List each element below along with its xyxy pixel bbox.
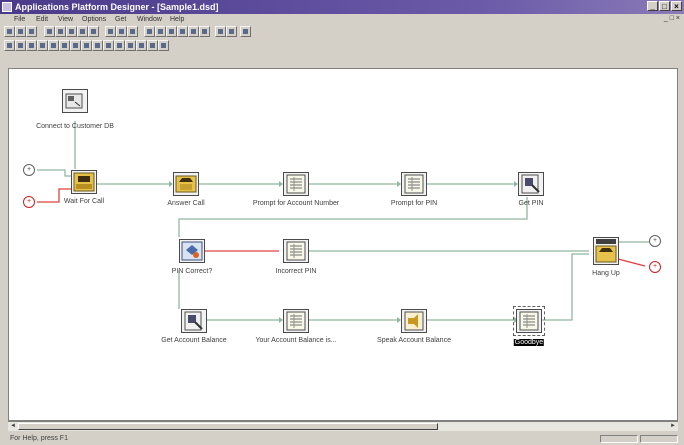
grid-icon[interactable] [127, 26, 138, 37]
cut-icon[interactable] [44, 26, 55, 37]
phone-hangup-icon[interactable] [593, 237, 619, 265]
transfer-tool-icon[interactable] [103, 40, 114, 51]
comment-tool-icon[interactable] [158, 40, 169, 51]
phone-wait-icon[interactable] [71, 170, 97, 194]
menu-get[interactable]: Get [115, 14, 126, 25]
get-data-tool-icon[interactable] [48, 40, 59, 51]
design-canvas[interactable]: + + + + Connect to Customer DB Wait For … [8, 68, 678, 421]
decision-icon[interactable] [179, 239, 205, 263]
exit-terminal[interactable]: + [649, 235, 661, 247]
prompt-tool-icon[interactable] [26, 40, 37, 51]
new-file-icon[interactable] [4, 26, 15, 37]
menu-help[interactable]: Help [170, 14, 184, 25]
node-label-goodbye: Goodbye [513, 339, 545, 346]
run-icon[interactable] [215, 26, 226, 37]
timer-tool-icon[interactable] [136, 40, 147, 51]
status-text: For Help, press F1 [10, 435, 68, 442]
minimize-icon[interactable]: _ [647, 1, 658, 11]
status-panel [600, 435, 638, 443]
flow-connectors [37, 121, 649, 323]
zoom-out-icon[interactable] [116, 26, 127, 37]
debug-icon[interactable] [226, 26, 237, 37]
pointer-tool-icon[interactable] [4, 40, 15, 51]
prompt-icon[interactable] [283, 239, 309, 263]
app-icon[interactable] [2, 2, 12, 12]
scroll-thumb[interactable] [18, 423, 438, 430]
error-entry-terminal[interactable]: + [23, 196, 35, 208]
node-label-hang-up: Hang Up [592, 270, 620, 277]
fail-connector-line [617, 258, 646, 267]
zoom-in-icon[interactable] [105, 26, 116, 37]
title-bar: Applications Platform Designer - [Sample… [0, 0, 684, 14]
error-exit-terminal[interactable]: + [649, 261, 661, 273]
menu-bar: File Edit View Options Get Window Help _… [0, 14, 684, 25]
window-title: Applications Platform Designer - [Sample… [15, 2, 219, 12]
decision-tool-icon[interactable] [37, 40, 48, 51]
node-label-answer: Answer Call [167, 200, 205, 207]
horizontal-scrollbar[interactable]: ◄ ► [8, 421, 678, 431]
close-icon[interactable]: × [671, 1, 682, 11]
phone-answer-icon[interactable] [173, 172, 199, 196]
status-bar: For Help, press F1 [0, 433, 684, 445]
delete-icon[interactable] [77, 26, 88, 37]
variable-tool-icon[interactable] [147, 40, 158, 51]
prompt-icon[interactable] [513, 306, 545, 336]
node-label-get-pin: Get PIN [518, 200, 544, 207]
menu-options[interactable]: Options [82, 14, 106, 25]
speak-icon[interactable] [401, 309, 427, 333]
database-tool-icon[interactable] [70, 40, 81, 51]
node-label-incorrect-pin: Incorrect PIN [275, 268, 317, 275]
standard-toolbar [0, 25, 684, 38]
record-tool-icon[interactable] [114, 40, 125, 51]
help-icon[interactable] [240, 26, 251, 37]
save-icon[interactable] [26, 26, 37, 37]
align-bottom-icon[interactable] [188, 26, 199, 37]
get-data-icon[interactable] [518, 172, 544, 196]
align-right-icon[interactable] [166, 26, 177, 37]
connector-line [178, 197, 528, 237]
status-panel [640, 435, 678, 443]
node-label-pin-correct: PIN Correct? [171, 268, 213, 275]
node-label-wait: Wait For Call [63, 198, 105, 205]
properties-icon[interactable] [199, 26, 210, 37]
connector-line [37, 169, 71, 177]
paste-icon[interactable] [66, 26, 77, 37]
prompt-icon[interactable] [283, 172, 309, 196]
prompt-icon[interactable] [401, 172, 427, 196]
script-tool-icon[interactable] [125, 40, 136, 51]
prompt-icon[interactable] [283, 309, 309, 333]
menu-view[interactable]: View [58, 14, 73, 25]
hangup-tool-icon[interactable] [92, 40, 103, 51]
align-center-icon[interactable] [155, 26, 166, 37]
align-left-icon[interactable] [144, 26, 155, 37]
entry-terminal[interactable]: + [23, 164, 35, 176]
object-palette-toolbar [0, 39, 684, 52]
connector-tool-icon[interactable] [81, 40, 92, 51]
get-data-icon[interactable] [181, 309, 207, 333]
database-connect-icon[interactable] [62, 89, 88, 113]
phone-tool-icon[interactable] [15, 40, 26, 51]
connector-line [540, 253, 589, 321]
node-label-get-balance: Get Account Balance [161, 337, 227, 344]
node-label-prompt-account: Prompt for Account Number [252, 200, 340, 207]
copy-icon[interactable] [55, 26, 66, 37]
menu-edit[interactable]: Edit [36, 14, 48, 25]
menu-window[interactable]: Window [137, 14, 162, 25]
node-label-prompt-pin: Prompt for PIN [390, 200, 438, 207]
open-file-icon[interactable] [15, 26, 26, 37]
maximize-icon[interactable]: □ [659, 1, 670, 11]
scroll-left-icon[interactable]: ◄ [8, 422, 18, 431]
document-controls[interactable]: _ □ × [664, 15, 680, 22]
node-label-your-balance: Your Account Balance is... [255, 337, 337, 344]
node-label-connect: Connect to Customer DB [36, 123, 114, 130]
node-label-speak-balance: Speak Account Balance [377, 337, 451, 344]
scroll-right-icon[interactable]: ► [668, 422, 678, 431]
undo-icon[interactable] [88, 26, 99, 37]
align-top-icon[interactable] [177, 26, 188, 37]
window-controls: _ □ × [647, 1, 682, 11]
menu-file[interactable]: File [14, 14, 25, 25]
speak-tool-icon[interactable] [59, 40, 70, 51]
